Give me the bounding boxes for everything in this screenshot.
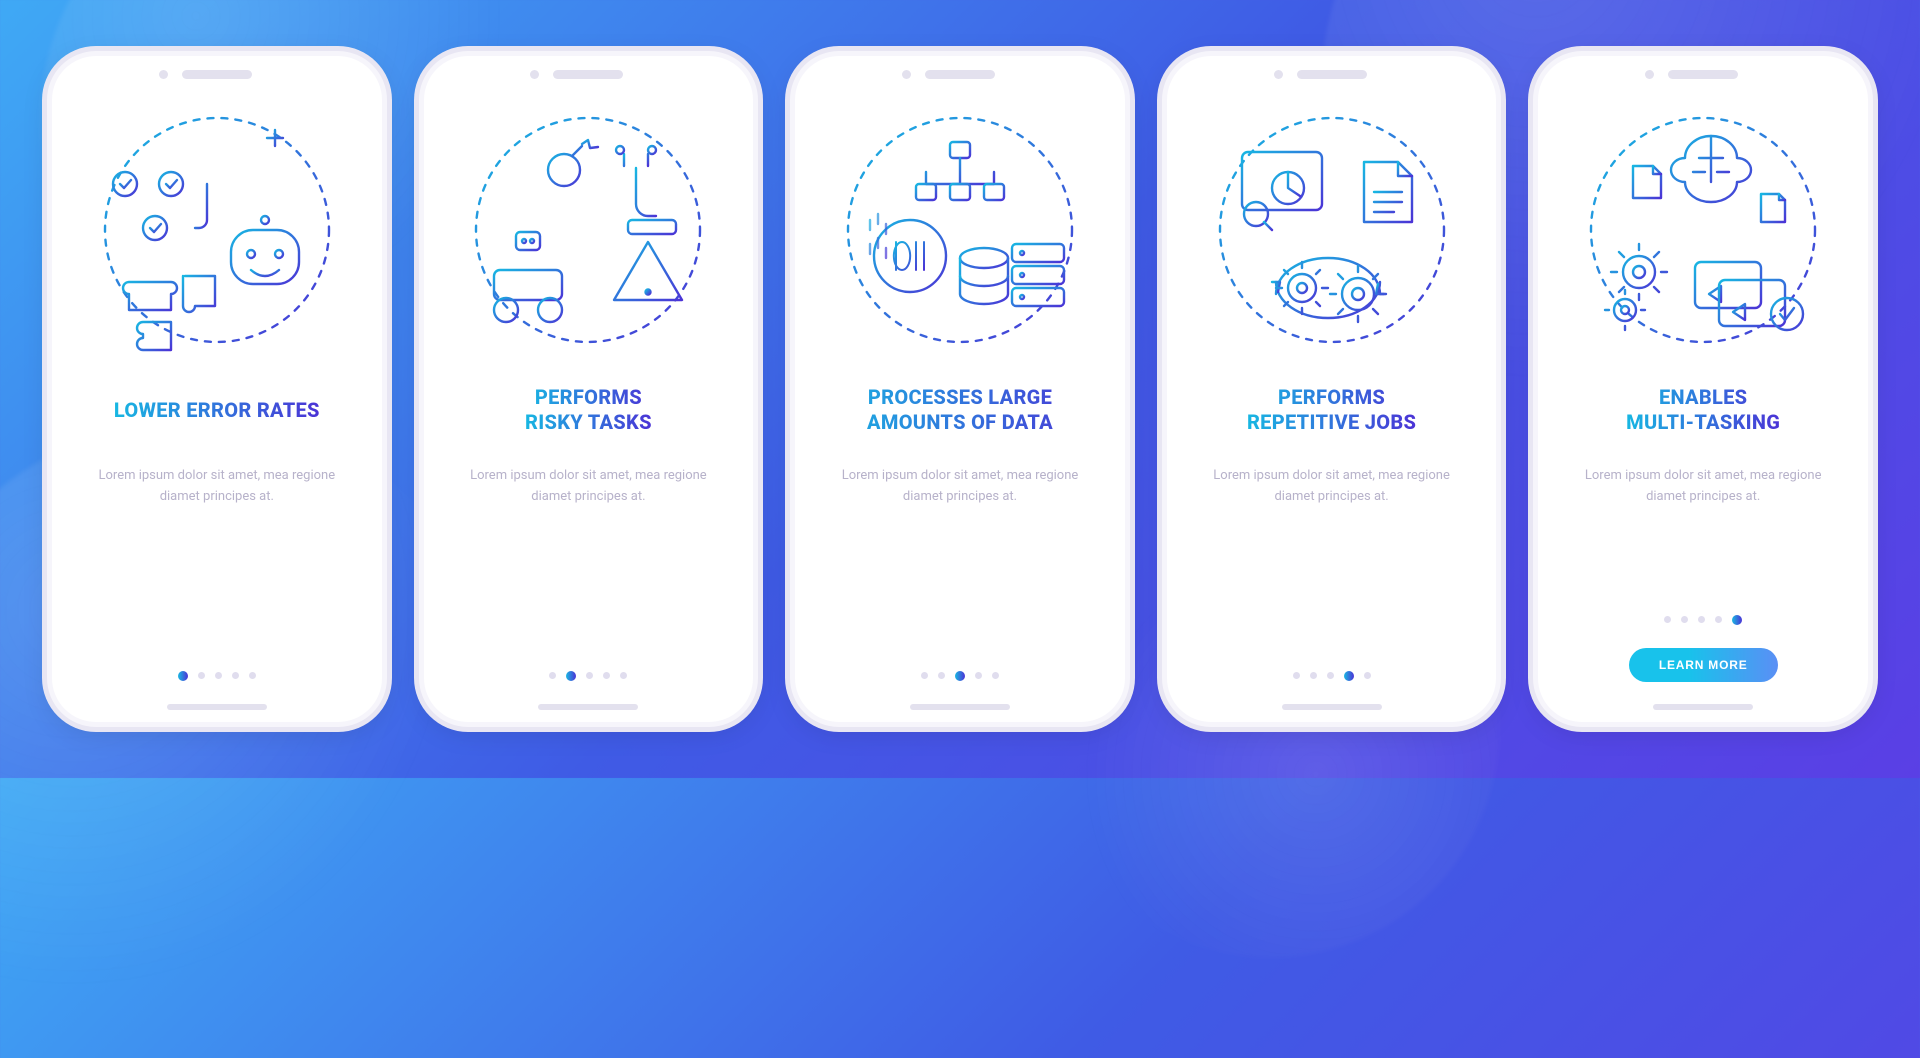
card-bottom (1193, 672, 1471, 682)
robot-puzzle-icon (87, 100, 347, 360)
phone-frame: LOWER ERROR RATES Lorem ipsum dolor sit … (52, 56, 382, 722)
page-dot[interactable] (178, 671, 188, 681)
phones-row: LOWER ERROR RATES Lorem ipsum dolor sit … (0, 0, 1920, 778)
gears-docs-icon (1202, 100, 1462, 360)
phone-frame: PERFORMS REPETITIVE JOBS Lorem ipsum dol… (1167, 56, 1497, 722)
page-dot[interactable] (566, 671, 576, 681)
page-dot[interactable] (549, 672, 556, 679)
page-dot[interactable] (1327, 672, 1334, 679)
phone-frame: ENABLES MULTI-TASKING Lorem ipsum dolor … (1538, 56, 1868, 722)
page-dot[interactable] (1364, 672, 1371, 679)
card-description: Lorem ipsum dolor sit amet, mea regione … (463, 466, 713, 508)
phone-screen: PROCESSES LARGE AMOUNTS OF DATA Lorem ip… (795, 90, 1125, 692)
page-dot[interactable] (992, 672, 999, 679)
page-dot[interactable] (1664, 616, 1671, 623)
robot-warning-icon (458, 100, 718, 360)
page-dot[interactable] (938, 672, 945, 679)
card-bottom (450, 672, 728, 682)
card-bottom (78, 672, 356, 682)
page-dot[interactable] (1681, 616, 1688, 623)
page-indicator (178, 672, 256, 682)
page-dot[interactable] (1344, 671, 1354, 681)
home-indicator (910, 704, 1010, 710)
page-dot[interactable] (232, 672, 239, 679)
page-indicator (1664, 616, 1742, 626)
page-dot[interactable] (955, 671, 965, 681)
page-dot[interactable] (1715, 616, 1722, 623)
database-binary-icon (830, 100, 1090, 360)
card-title: PERFORMS RISKY TASKS (525, 384, 652, 436)
page-dot[interactable] (921, 672, 928, 679)
page-indicator (549, 672, 627, 682)
page-dot[interactable] (1310, 672, 1317, 679)
page-dot[interactable] (249, 672, 256, 679)
home-indicator (1653, 704, 1753, 710)
page-dot[interactable] (620, 672, 627, 679)
card-description: Lorem ipsum dolor sit amet, mea regione … (92, 466, 342, 508)
card-bottom: LEARN MORE (1564, 616, 1842, 682)
card-title: ENABLES MULTI-TASKING (1626, 384, 1780, 436)
card-bottom (821, 672, 1099, 682)
brain-gears-windows-icon (1573, 100, 1833, 360)
page-dot[interactable] (1293, 672, 1300, 679)
page-dot[interactable] (198, 672, 205, 679)
phone-screen: ENABLES MULTI-TASKING Lorem ipsum dolor … (1538, 90, 1868, 692)
card-description: Lorem ipsum dolor sit amet, mea regione … (835, 466, 1085, 508)
page-indicator (921, 672, 999, 682)
card-title: LOWER ERROR RATES (114, 384, 320, 436)
phone-frame: PROCESSES LARGE AMOUNTS OF DATA Lorem ip… (795, 56, 1125, 722)
card-description: Lorem ipsum dolor sit amet, mea regione … (1207, 466, 1457, 508)
phone-screen: PERFORMS REPETITIVE JOBS Lorem ipsum dol… (1167, 90, 1497, 692)
home-indicator (1282, 704, 1382, 710)
home-indicator (167, 704, 267, 710)
page-dot[interactable] (215, 672, 222, 679)
card-title: PROCESSES LARGE AMOUNTS OF DATA (821, 384, 1099, 436)
page-indicator (1293, 672, 1371, 682)
page-dot[interactable] (975, 672, 982, 679)
home-indicator (538, 704, 638, 710)
page-dot[interactable] (586, 672, 593, 679)
page-dot[interactable] (1732, 615, 1742, 625)
card-title: PERFORMS REPETITIVE JOBS (1247, 384, 1416, 436)
card-description: Lorem ipsum dolor sit amet, mea regione … (1578, 466, 1828, 508)
phone-frame: PERFORMS RISKY TASKS Lorem ipsum dolor s… (424, 56, 754, 722)
learn-more-button[interactable]: LEARN MORE (1629, 648, 1778, 682)
phone-screen: LOWER ERROR RATES Lorem ipsum dolor sit … (52, 90, 382, 692)
page-dot[interactable] (603, 672, 610, 679)
phone-screen: PERFORMS RISKY TASKS Lorem ipsum dolor s… (424, 90, 754, 692)
page-dot[interactable] (1698, 616, 1705, 623)
